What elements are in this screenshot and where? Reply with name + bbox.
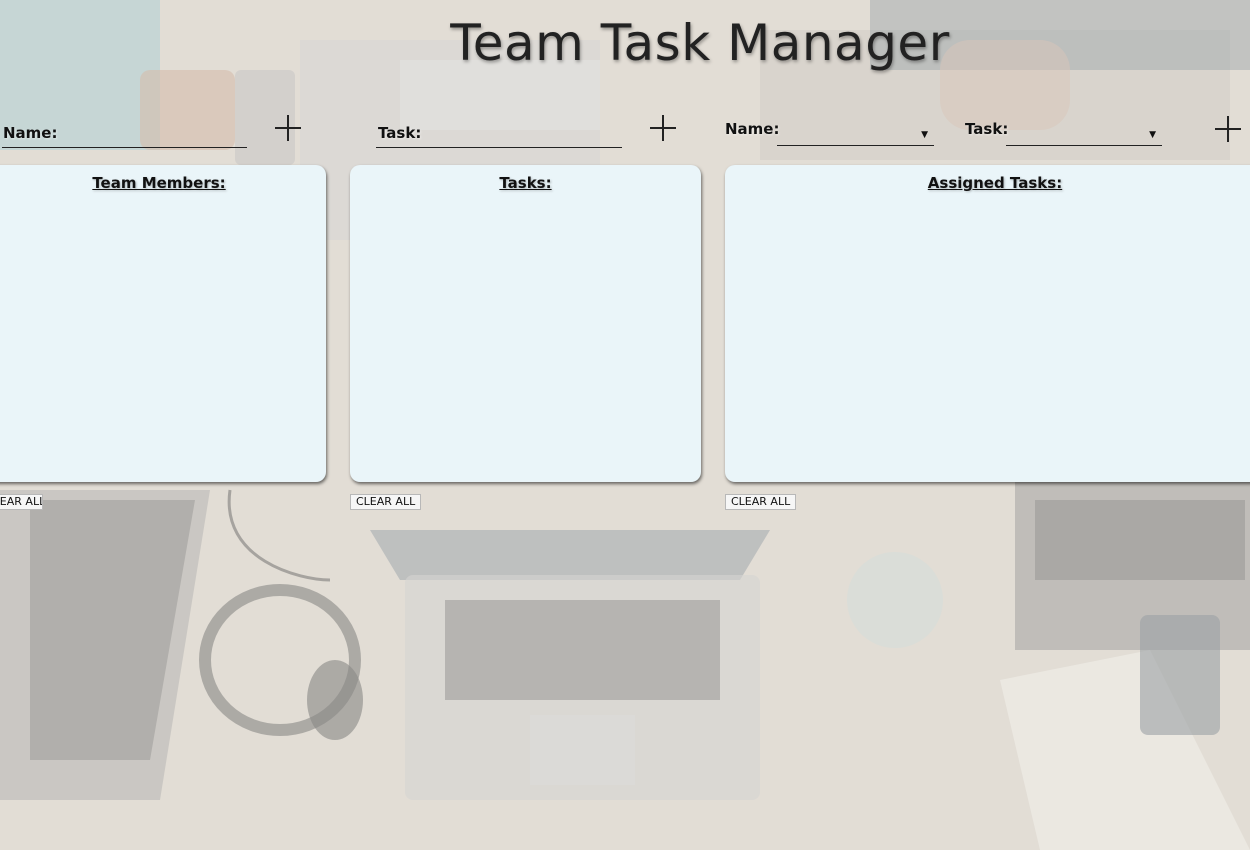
add-member-button[interactable]: [275, 115, 301, 141]
task-name-input[interactable]: [376, 126, 622, 148]
assign-task-label: Task:: [965, 120, 1009, 138]
team-members-heading: Team Members:: [92, 174, 226, 192]
tasks-heading: Tasks:: [499, 174, 552, 192]
tasks-panel: Tasks:: [350, 165, 701, 482]
assign-task-button[interactable]: [1215, 116, 1241, 142]
assign-name-select[interactable]: ▼: [777, 124, 934, 146]
assigned-tasks-panel: Assigned Tasks:: [725, 165, 1250, 482]
member-name-input[interactable]: [2, 126, 247, 148]
dropdown-caret-icon: ▼: [921, 130, 928, 140]
team-members-panel: Team Members:: [0, 165, 326, 482]
clear-tasks-button[interactable]: CLEAR ALL: [350, 494, 422, 510]
page-title: Team Task Manager: [450, 14, 950, 72]
dropdown-caret-icon: ▼: [1149, 130, 1156, 140]
assign-name-label: Name:: [725, 120, 780, 138]
clear-members-button[interactable]: CLEAR ALL: [0, 494, 43, 510]
assigned-tasks-heading: Assigned Tasks:: [927, 174, 1063, 192]
clear-assigned-button[interactable]: CLEAR ALL: [725, 494, 797, 510]
add-task-button[interactable]: [650, 115, 676, 141]
assign-task-select[interactable]: ▼: [1006, 124, 1162, 146]
